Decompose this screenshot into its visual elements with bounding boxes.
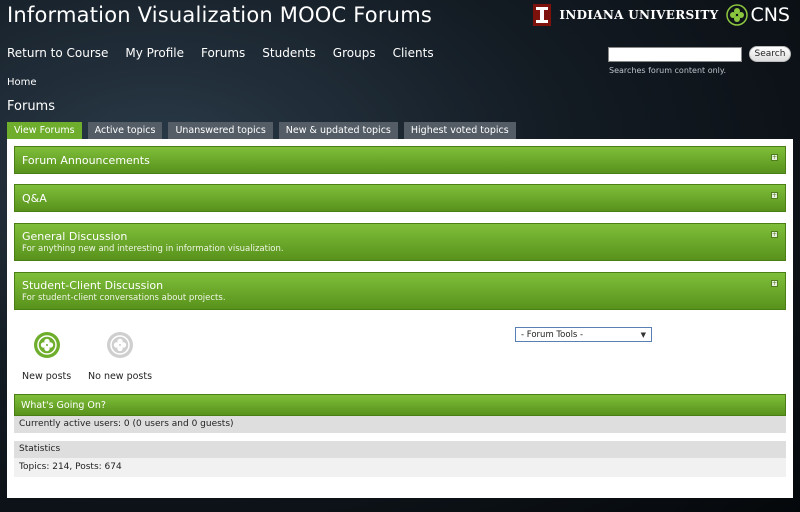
expand-icon[interactable]: + xyxy=(771,154,778,161)
brand-logos: INDIANA UNIVERSITY CNS xyxy=(533,4,790,26)
no-new-posts-icon xyxy=(107,332,134,358)
legend-new-posts-label: New posts xyxy=(22,371,72,382)
main-nav: Return to Course My Profile Forums Stude… xyxy=(7,46,434,60)
forum-row-qa[interactable]: Q&A + xyxy=(14,184,786,212)
legend-no-new-posts: No new posts xyxy=(88,331,152,382)
iu-trident-icon xyxy=(533,4,552,26)
forum-row-student-client[interactable]: Student-Client Discussion For student-cl… xyxy=(14,272,786,310)
page-title: Forums xyxy=(7,99,55,114)
legend-no-new-posts-label: No new posts xyxy=(88,371,153,382)
site-title: Information Visualization MOOC Forums xyxy=(7,3,432,27)
cns-clover-icon xyxy=(726,4,749,26)
forum-panel: Forum Announcements + Q&A + General Disc… xyxy=(7,139,793,498)
forum-tabs: View Forums Active topics Unanswered top… xyxy=(7,122,516,139)
new-posts-icon xyxy=(33,332,60,358)
legend-new-posts: New posts xyxy=(22,331,71,382)
statistics-title: Statistics xyxy=(19,444,61,454)
active-users-row: Currently active users: 0 (0 users and 0… xyxy=(14,416,786,433)
breadcrumb-home[interactable]: Home xyxy=(7,77,37,88)
forum-tools-select[interactable]: - Forum Tools - ▼ xyxy=(515,327,652,342)
forum-title[interactable]: Student-Client Discussion xyxy=(22,279,163,292)
search-button[interactable]: Search xyxy=(749,46,791,62)
statistics-row: Topics: 214, Posts: 674 xyxy=(14,458,786,477)
nav-clients[interactable]: Clients xyxy=(393,46,434,60)
tab-unanswered-topics[interactable]: Unanswered topics xyxy=(168,122,273,139)
statistics-text: Topics: 214, Posts: 674 xyxy=(19,462,122,472)
nav-forums[interactable]: Forums xyxy=(201,46,245,60)
whats-going-on-title: What's Going On? xyxy=(21,400,106,411)
nav-students[interactable]: Students xyxy=(262,46,316,60)
forum-title[interactable]: Forum Announcements xyxy=(22,154,150,167)
forum-description: For anything new and interesting in info… xyxy=(22,244,284,254)
tab-active-topics[interactable]: Active topics xyxy=(87,122,163,139)
expand-icon[interactable]: + xyxy=(771,231,778,238)
nav-groups[interactable]: Groups xyxy=(333,46,376,60)
tab-view-forums[interactable]: View Forums xyxy=(7,122,82,139)
expand-icon[interactable]: + xyxy=(771,192,778,199)
nav-return-to-course[interactable]: Return to Course xyxy=(7,46,108,60)
expand-icon[interactable]: + xyxy=(771,280,778,287)
statistics-header: Statistics xyxy=(14,441,786,458)
nav-my-profile[interactable]: My Profile xyxy=(125,46,184,60)
chevron-down-icon: ▼ xyxy=(640,330,646,339)
whats-going-on-header: What's Going On? xyxy=(14,394,786,416)
search-input[interactable] xyxy=(608,46,742,62)
search-hint: Searches forum content only. xyxy=(609,66,727,75)
forum-title[interactable]: General Discussion xyxy=(22,230,127,243)
cns-text: CNS xyxy=(750,4,790,26)
forum-row-announcements[interactable]: Forum Announcements + xyxy=(14,146,786,174)
active-users-text: Currently active users: 0 (0 users and 0… xyxy=(19,419,234,429)
cns-logo: CNS xyxy=(726,4,790,26)
forum-row-general-discussion[interactable]: General Discussion For anything new and … xyxy=(14,223,786,261)
tab-highest-voted-topics[interactable]: Highest voted topics xyxy=(403,122,516,139)
forum-description: For student-client conversations about p… xyxy=(22,293,226,303)
forum-title[interactable]: Q&A xyxy=(22,192,47,205)
tab-new-updated-topics[interactable]: New & updated topics xyxy=(278,122,398,139)
forum-tools-value: - Forum Tools - xyxy=(521,329,584,340)
university-name: INDIANA UNIVERSITY xyxy=(559,8,719,22)
search-box: Search Searches forum content only. xyxy=(608,46,791,75)
